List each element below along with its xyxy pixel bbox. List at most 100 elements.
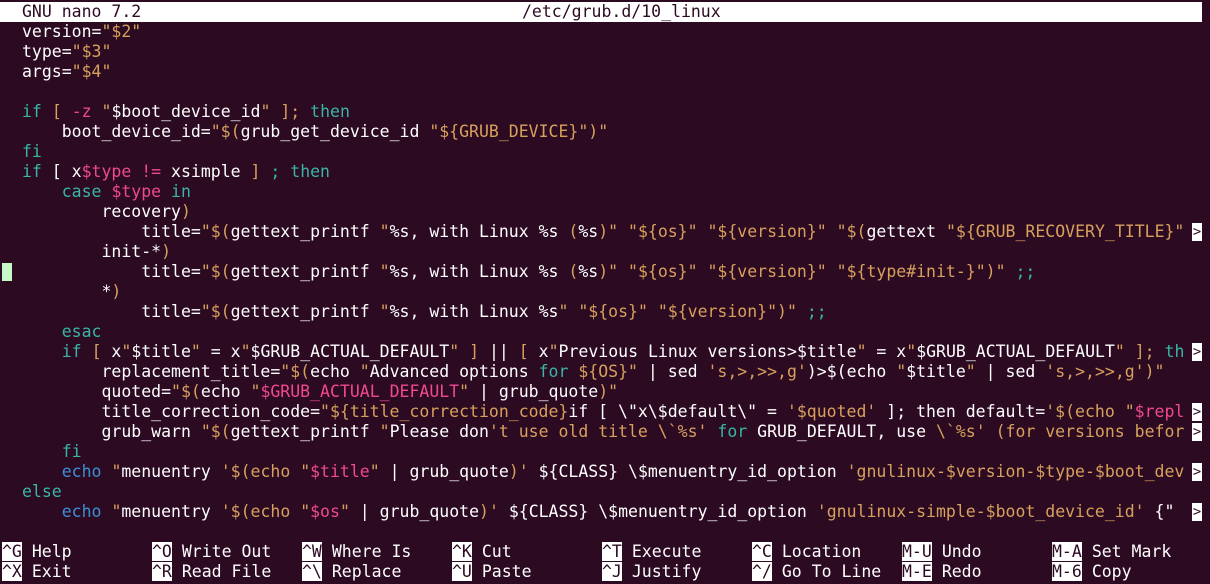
- shortcut-undo[interactable]: M-U Undo: [902, 542, 982, 562]
- write-out-icon: ^O: [152, 542, 172, 561]
- line-continues-indicator: >: [1192, 343, 1202, 361]
- editor-line[interactable]: replacement_title="$(echo "Advanced opti…: [0, 362, 1210, 382]
- shortcut-help[interactable]: ^G Help: [2, 542, 72, 562]
- code-token: | sed: [975, 362, 1046, 381]
- code-token: replacement_title=: [22, 362, 281, 381]
- help-icon: ^G: [2, 542, 22, 561]
- editor-line[interactable]: boot_device_id="$(grub_get_device_id "${…: [0, 122, 1210, 142]
- shortcut-location[interactable]: ^C Location: [752, 542, 861, 562]
- cut-icon: ^K: [452, 542, 472, 561]
- shortcut-go-to-line[interactable]: ^/ Go To Line: [752, 562, 881, 582]
- code-token: for: [538, 362, 569, 381]
- code-token: $title: [906, 362, 966, 381]
- editor-line[interactable]: if [ -z "$boot_device_id" ]; then: [0, 102, 1210, 122]
- editor-area[interactable]: version="$2" type="$3" args="$4" if [ -z "$…: [0, 22, 1210, 522]
- code-token: %s: [578, 222, 599, 241]
- line-text: fi: [22, 142, 42, 162]
- line-text: init-*): [22, 242, 171, 262]
- code-token: "$(: [836, 222, 867, 241]
- code-token: init-*: [22, 242, 162, 261]
- shortcut-write-out[interactable]: ^O Write Out: [152, 542, 271, 562]
- code-token: )": [1144, 362, 1165, 381]
- code-token: for: [717, 422, 748, 441]
- shortcut-read-file[interactable]: ^R Read File: [152, 562, 271, 582]
- editor-line[interactable]: quoted="$(echo "$GRUB_ACTUAL_DEFAULT" | …: [0, 382, 1210, 402]
- justify-icon: ^J: [602, 562, 622, 581]
- editor-line[interactable]: fi: [0, 442, 1210, 462]
- shortcut-label: Where Is: [331, 542, 412, 561]
- code-token: $type: [111, 182, 162, 201]
- line-text: title="$(gettext_printf "%s, with Linux …: [22, 222, 1184, 242]
- editor-line[interactable]: init-*): [0, 242, 1210, 262]
- shortcut-set-mark[interactable]: M-A Set Mark: [1052, 542, 1171, 562]
- editor-line[interactable]: echo "menuentry '$(echo "$title" | grub_…: [0, 462, 1210, 482]
- code-token: ]: [250, 162, 261, 181]
- shortcut-exit[interactable]: ^X Exit: [2, 562, 72, 582]
- code-token: "${GRUB_RECOVERY_TITLE}": [945, 222, 1185, 241]
- editor-line[interactable]: fi: [0, 142, 1210, 162]
- code-token: ": [190, 342, 201, 361]
- code-token: "$(: [200, 262, 231, 281]
- editor-line[interactable]: title="$(gettext_printf "%s, with Linux …: [0, 302, 1210, 322]
- editor-line[interactable]: if [ x"$title" = x"$GRUB_ACTUAL_DEFAULT"…: [0, 342, 1210, 362]
- code-token: else: [22, 482, 62, 501]
- app-name: GNU nano 7.2: [22, 2, 142, 21]
- shortcut-replace[interactable]: ^\ Replace: [302, 562, 401, 582]
- code-token: ": [111, 502, 122, 521]
- editor-line[interactable]: else: [0, 482, 1210, 502]
- shortcut-paste[interactable]: ^U Paste: [452, 562, 532, 582]
- code-token: $GRUB_ACTUAL_DEFAULT: [250, 342, 450, 361]
- shortcut-execute[interactable]: ^T Execute: [602, 542, 701, 562]
- line-text: replacement_title="$(echo "Advanced opti…: [22, 362, 1165, 382]
- code-token: "${type#init-}")": [836, 262, 1006, 281]
- editor-line[interactable]: *): [0, 282, 1210, 302]
- code-token: "$4": [71, 62, 112, 81]
- code-token: $os: [310, 502, 340, 521]
- editor-line[interactable]: grub_warn "$(gettext_printf "Please don'…: [0, 422, 1210, 442]
- shortcut-label: Redo: [941, 562, 982, 581]
- code-token: ": [121, 342, 132, 361]
- code-token: ||: [479, 342, 519, 361]
- shortcut-cut[interactable]: ^K Cut: [452, 542, 512, 562]
- code-token: '$(echo ": [220, 462, 311, 481]
- code-token: ": [459, 382, 470, 401]
- code-token: ": [379, 262, 390, 281]
- code-token: "${os}": [578, 302, 648, 321]
- editor-line[interactable]: title="$(gettext_printf "%s, with Linux …: [0, 222, 1210, 242]
- editor-line[interactable]: title_correction_code="${title_correctio…: [0, 402, 1210, 422]
- code-token: | grub_quote: [469, 382, 599, 401]
- shortcut-justify[interactable]: ^J Justify: [602, 562, 701, 582]
- shortcut-where-is[interactable]: ^W Where Is: [302, 542, 411, 562]
- code-token: "${version}": [707, 262, 827, 281]
- code-token: x: [528, 342, 549, 361]
- shortcut-label: Replace: [331, 562, 402, 581]
- editor-line[interactable]: echo "menuentry '$(echo "$os" | grub_quo…: [0, 502, 1210, 522]
- editor-line[interactable]: title="$(gettext_printf "%s, with Linux …: [0, 262, 1210, 282]
- line-text: quoted="$(echo "$GRUB_ACTUAL_DEFAULT" | …: [22, 382, 618, 402]
- code-token: ]; then default=: [876, 402, 1046, 421]
- line-text: if [ -z "$boot_device_id" ]; then: [22, 102, 350, 122]
- go-to-line-icon: ^/: [752, 562, 772, 581]
- editor-line[interactable]: recovery): [0, 202, 1210, 222]
- shortcut-redo[interactable]: M-E Redo: [902, 562, 982, 582]
- editor-line[interactable]: esac: [0, 322, 1210, 342]
- code-token: x: [101, 342, 122, 361]
- code-token: case: [61, 182, 102, 201]
- editor-line[interactable]: version="$2": [0, 22, 1210, 42]
- editor-line[interactable]: if [ x$type != xsimple ] ; then: [0, 162, 1210, 182]
- editor-line[interactable]: type="$3": [0, 42, 1210, 62]
- code-token: \`%s': [935, 422, 986, 441]
- editor-line[interactable]: [0, 82, 1210, 102]
- editor-line[interactable]: case $type in: [0, 182, 1210, 202]
- code-token: gettext_printf: [230, 302, 380, 321]
- editor-line[interactable]: args="$4": [0, 62, 1210, 82]
- shortcut-copy[interactable]: M-6 Copy: [1052, 562, 1132, 582]
- code-token: %s, with Linux %s: [389, 302, 559, 321]
